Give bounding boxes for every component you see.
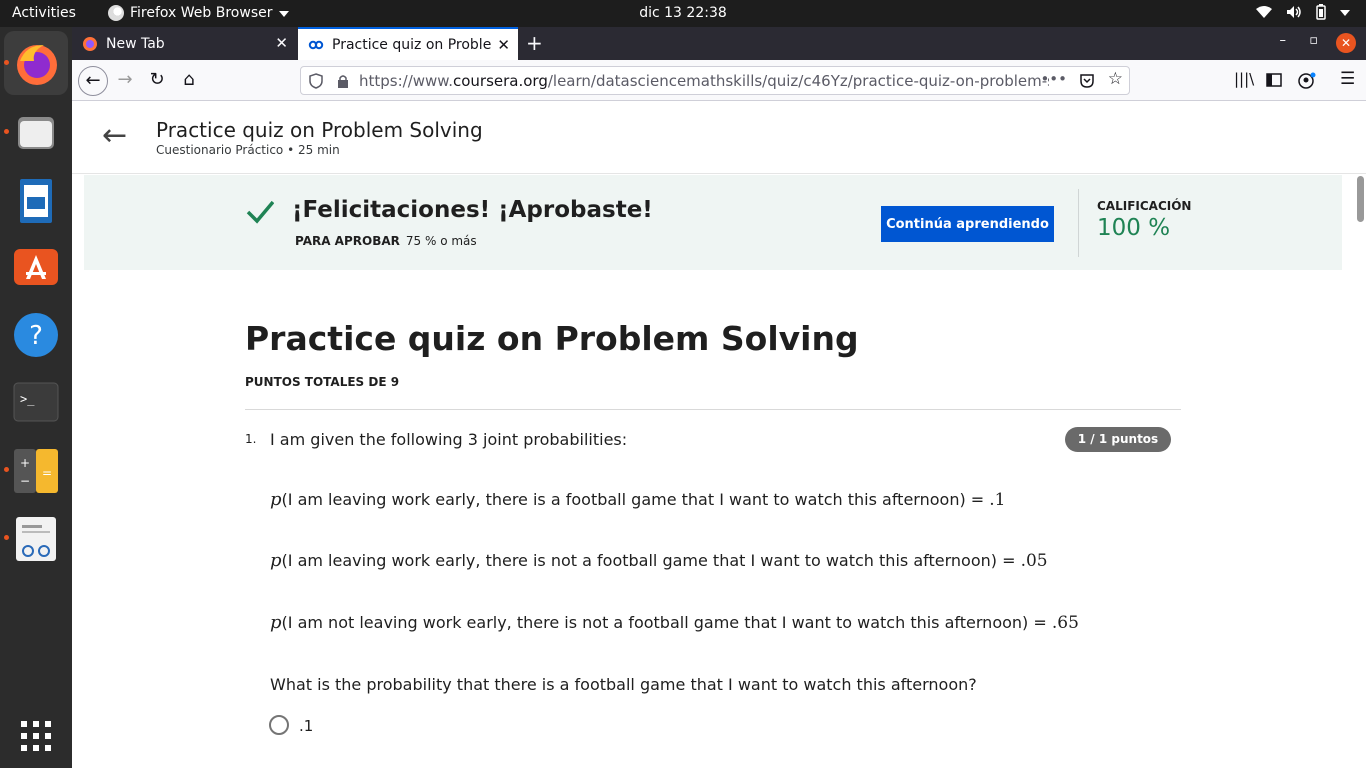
- library-icon[interactable]: |||\: [1234, 70, 1254, 88]
- system-tray[interactable]: [1256, 4, 1350, 20]
- document-icon: [20, 179, 52, 223]
- reload-button[interactable]: ↻: [144, 68, 170, 94]
- system-top-bar: Activities Firefox Web Browser dic 13 22…: [0, 0, 1366, 27]
- minimize-button[interactable]: –: [1280, 33, 1287, 48]
- tab-new-tab[interactable]: New Tab ✕: [72, 27, 296, 60]
- close-icon[interactable]: ✕: [275, 34, 288, 52]
- divider: [245, 409, 1181, 410]
- files-dock-icon[interactable]: [12, 109, 60, 157]
- firefox-icon: [108, 5, 124, 21]
- help-icon: ?: [14, 313, 58, 357]
- quiz-section: Practice quiz on Problem Solving PUNTOS …: [245, 319, 1181, 410]
- url-bar[interactable]: https://www.coursera.org/learn/datascien…: [300, 66, 1130, 95]
- document-viewer-icon: [16, 517, 56, 561]
- tab-bar: New Tab ✕ Practice quiz on Problem Solvi…: [72, 27, 1366, 60]
- points-badge: 1 / 1 puntos: [1065, 427, 1171, 452]
- result-banner: ¡Felicitaciones! ¡Aprobaste! PARA APROBA…: [84, 175, 1342, 270]
- shield-icon: [309, 73, 323, 89]
- sidebar-icon[interactable]: [1266, 72, 1282, 88]
- show-applications-button[interactable]: [12, 712, 60, 760]
- calculator-icon: + −=: [14, 449, 58, 493]
- tab-label: New Tab: [106, 35, 165, 52]
- probability-line: p(I am leaving work early, there is not …: [270, 550, 1048, 571]
- running-indicator: [4, 60, 9, 65]
- new-tab-button[interactable]: +: [526, 31, 543, 55]
- answer-option-label[interactable]: .1: [299, 717, 313, 735]
- navigation-toolbar: ← → ↻ ⌂ https://www.coursera.org/learn/d…: [72, 60, 1366, 101]
- terminal-icon: >_: [13, 382, 59, 422]
- svg-text:=: =: [42, 466, 52, 480]
- svg-text:>_: >_: [20, 392, 35, 406]
- coursera-icon: [308, 40, 324, 49]
- more-actions-icon[interactable]: •••: [1040, 70, 1067, 88]
- tab-practice-quiz[interactable]: Practice quiz on Problem Solving ✕: [298, 27, 518, 60]
- back-button[interactable]: ←: [78, 66, 108, 96]
- activities-button[interactable]: Activities: [12, 5, 76, 21]
- continue-learning-button[interactable]: Continúa aprendiendo: [881, 206, 1054, 242]
- passing-requirement: PARA APROBAR 75 % o más: [295, 234, 477, 248]
- app-menu[interactable]: Firefox Web Browser: [108, 5, 289, 21]
- bookmark-star-icon[interactable]: ☆: [1108, 69, 1123, 89]
- lock-icon: [338, 75, 348, 88]
- question-intro: I am given the following 3 joint probabi…: [270, 430, 628, 449]
- pocket-icon[interactable]: [1079, 73, 1095, 89]
- running-indicator: [4, 129, 9, 134]
- app-menu-label: Firefox Web Browser: [130, 5, 273, 21]
- page-content: ← Practice quiz on Problem Solving Cuest…: [72, 101, 1366, 768]
- firefox-dock-icon[interactable]: [4, 31, 68, 95]
- dock: ? >_ + − =: [0, 27, 72, 768]
- wifi-icon: [1256, 6, 1272, 18]
- svg-text:?: ?: [29, 321, 43, 351]
- url-text: https://www.coursera.org/learn/datascien…: [359, 71, 1049, 90]
- question-prompt: What is the probability that there is a …: [270, 675, 977, 694]
- probability-line: p(I am not leaving work early, there is …: [270, 612, 1079, 633]
- volume-icon: [1287, 6, 1301, 18]
- writer-dock-icon[interactable]: [12, 177, 60, 225]
- checkmark-icon: [246, 200, 274, 224]
- chevron-down-icon: [278, 11, 289, 17]
- window-close-button[interactable]: ✕: [1336, 33, 1356, 53]
- probability-line: p(I am leaving work early, there is a fo…: [270, 489, 1006, 510]
- svg-text:+: +: [20, 456, 30, 470]
- page-title: Practice quiz on Problem Solving: [156, 118, 483, 142]
- account-icon[interactable]: [1298, 72, 1316, 90]
- page-header: ← Practice quiz on Problem Solving Cuest…: [72, 101, 1366, 174]
- quiz-title: Practice quiz on Problem Solving: [245, 319, 859, 358]
- answer-radio[interactable]: [269, 715, 289, 735]
- scrollbar[interactable]: [1357, 176, 1364, 222]
- divider: [1078, 189, 1079, 257]
- terminal-dock-icon[interactable]: >_: [12, 379, 60, 427]
- grade-label: CALIFICACIÓN: [1097, 199, 1192, 213]
- firefox-icon: [17, 45, 57, 85]
- running-indicator: [4, 535, 9, 540]
- clock[interactable]: dic 13 22:38: [639, 5, 727, 21]
- svg-text:−: −: [20, 474, 30, 488]
- app-grid-icon: [21, 721, 51, 751]
- question-number: 1.: [245, 432, 257, 446]
- help-dock-icon[interactable]: ?: [12, 311, 60, 359]
- forward-button[interactable]: →: [112, 68, 138, 94]
- caret-down-icon: [1340, 10, 1350, 16]
- total-points: PUNTOS TOTALES DE 9: [245, 375, 400, 389]
- firefox-icon: [83, 36, 97, 51]
- tab-label: Practice quiz on Problem Solving: [332, 36, 492, 53]
- software-store-icon: [14, 249, 58, 285]
- running-indicator: [4, 467, 9, 472]
- close-icon[interactable]: ✕: [497, 36, 510, 54]
- hamburger-menu-icon[interactable]: ☰: [1340, 69, 1355, 89]
- software-dock-icon[interactable]: [12, 243, 60, 291]
- page-subtitle: Cuestionario Práctico • 25 min: [156, 143, 340, 157]
- home-button[interactable]: ⌂: [176, 68, 202, 94]
- calculator-dock-icon[interactable]: + − =: [12, 447, 60, 495]
- reader-dock-icon[interactable]: [12, 515, 60, 563]
- folder-icon: [18, 117, 54, 149]
- battery-icon: [1316, 4, 1326, 20]
- grade-value: 100 %: [1097, 215, 1171, 241]
- back-arrow-icon[interactable]: ←: [102, 121, 127, 151]
- maximize-button[interactable]: ▫: [1309, 33, 1318, 48]
- congratulations-heading: ¡Felicitaciones! ¡Aprobaste!: [292, 197, 653, 223]
